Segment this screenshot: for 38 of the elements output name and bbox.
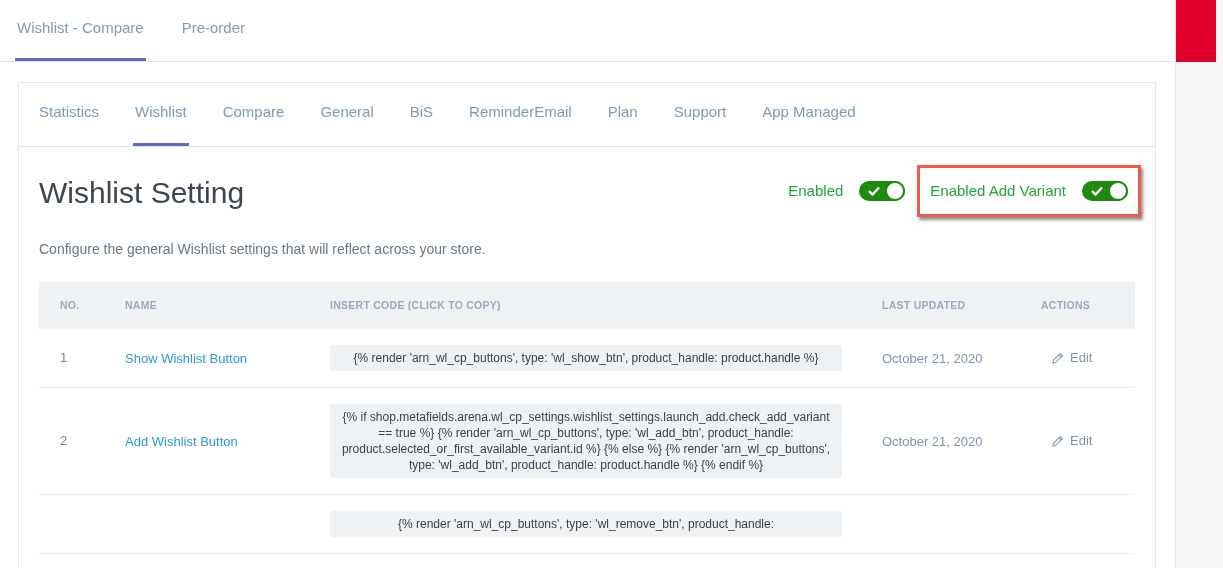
settings-tab[interactable]: BiS <box>407 82 436 146</box>
name-link[interactable]: Add Wishlist Button <box>125 434 238 449</box>
column-header: LAST UPDATED <box>882 297 967 313</box>
corner-banner <box>1176 0 1216 62</box>
settings-tab[interactable]: Wishlist <box>133 82 189 146</box>
settings-tab[interactable]: General <box>318 82 376 146</box>
description: Configure the general Wishlist settings that will reflect across your store. <box>39 240 487 259</box>
code-snippet[interactable]: {% if shop.metafields.arena.wl_cp_settings.wishlist_settings.launch_add.check_add_variant == true %} {% render 'arn_wl_cp_buttons', type: 'wl_add_btn', product_handle: product.selected_or_first_available_variant.id %} {% else %} {% render 'arn_wl_cp_buttons', type: 'wl_add_btn', product_handle: product.handle %} {% endif %} <box>330 404 842 478</box>
settings-tab[interactable]: ReminderEmail <box>467 82 574 146</box>
column-header: INSERT CODE (CLICK TO COPY) <box>330 297 502 313</box>
column-header: ACTIONS <box>1041 297 1092 313</box>
edit-button[interactable]: Edit <box>1051 431 1093 451</box>
last-updated: October 21, 2020 <box>882 434 983 449</box>
page-title: Wishlist Setting <box>39 174 245 211</box>
last-updated: October 21, 2020 <box>882 351 983 366</box>
row-number: 1 <box>60 350 68 366</box>
top-tab[interactable]: Pre-order <box>179 0 248 61</box>
column-header: NO. <box>59 297 81 313</box>
name-link[interactable]: Show Wishlist Button <box>125 351 248 366</box>
toggle-switch[interactable] <box>1082 181 1128 201</box>
toggle-switch[interactable] <box>859 181 906 201</box>
pencil-icon <box>1051 351 1064 365</box>
edit-button[interactable]: Edit <box>1051 348 1093 368</box>
row-number: 2 <box>60 433 68 449</box>
code-snippet[interactable]: {% render 'arn_wl_cp_buttons', type: 'wl_remove_btn', product_handle: <box>330 511 842 537</box>
toggle-label: Enabled <box>788 180 844 201</box>
settings-tab[interactable]: Compare <box>220 82 287 146</box>
column-header: NAME <box>125 297 158 313</box>
top-tab[interactable]: Wishlist - Compare <box>15 0 146 61</box>
settings-tab[interactable]: App Managed <box>760 82 858 146</box>
settings-tab[interactable]: Support <box>671 82 729 146</box>
pencil-icon <box>1051 434 1064 448</box>
check-icon <box>868 186 881 196</box>
code-snippet[interactable]: {% render 'arn_wl_cp_buttons', type: 'wl_show_btn', product_handle: product.handle %} <box>330 345 842 371</box>
check-icon <box>1091 186 1103 196</box>
settings-tab[interactable]: Plan <box>605 82 640 146</box>
settings-tab[interactable]: Statistics <box>37 82 101 146</box>
toggle-label: Enabled Add Variant <box>930 180 1066 201</box>
